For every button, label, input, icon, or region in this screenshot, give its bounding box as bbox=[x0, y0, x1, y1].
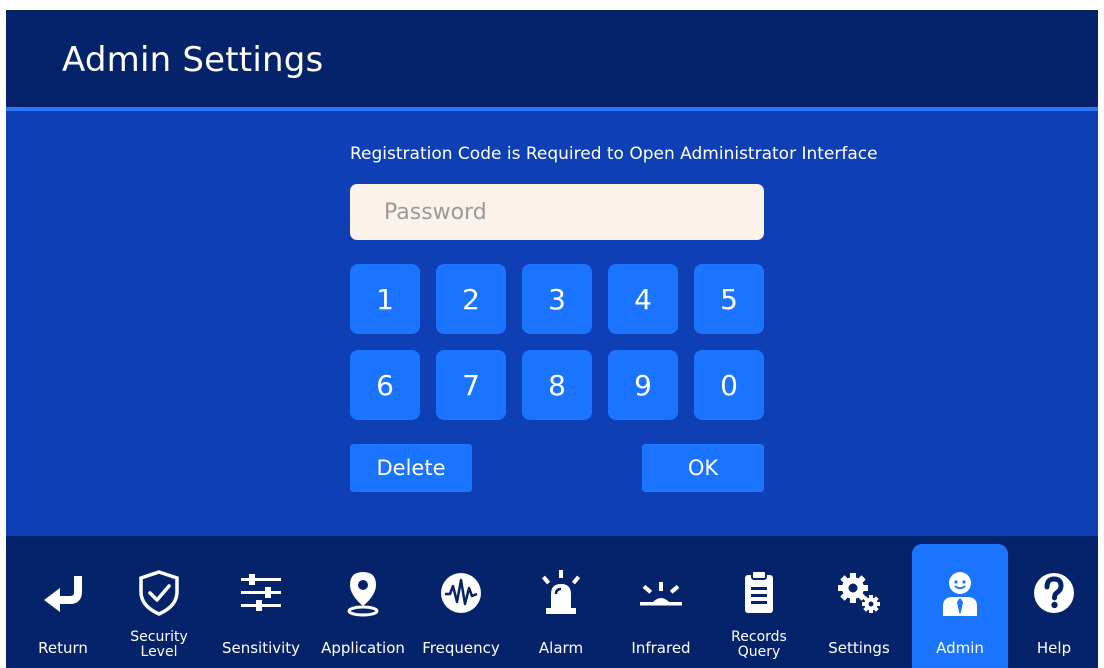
ok-button[interactable]: OK bbox=[642, 444, 764, 492]
nav-item-application[interactable]: Application bbox=[316, 536, 410, 668]
nav-label-frequency: Frequency bbox=[422, 639, 500, 657]
nav-label-security-level: Security Level bbox=[130, 629, 188, 660]
nav-item-help[interactable]: Help bbox=[1012, 536, 1096, 668]
location-pin-icon bbox=[347, 572, 379, 617]
nav-label-alarm: Alarm bbox=[538, 639, 584, 657]
nav-label-sensitivity: Sensitivity bbox=[221, 639, 301, 657]
nav-item-records-query[interactable]: Records Query bbox=[712, 536, 806, 668]
infrared-sensor-icon bbox=[640, 582, 682, 606]
keypad-key-3[interactable]: 3 bbox=[522, 264, 592, 334]
gears-icon bbox=[838, 573, 880, 613]
clipboard-icon bbox=[745, 570, 773, 613]
nav-item-alarm[interactable]: Alarm bbox=[514, 536, 608, 668]
nav-item-admin[interactable]: Admin bbox=[912, 544, 1008, 668]
keypad-key-1[interactable]: 1 bbox=[350, 264, 420, 334]
alarm-siren-icon bbox=[541, 570, 581, 614]
nav-label-application: Application bbox=[321, 639, 405, 657]
waveform-icon bbox=[441, 573, 481, 613]
return-arrow-icon bbox=[44, 576, 82, 612]
shield-check-icon bbox=[139, 570, 179, 616]
admin-person-icon bbox=[943, 572, 977, 616]
nav-label-records-query: Records Query bbox=[731, 629, 787, 660]
keypad-key-2[interactable]: 2 bbox=[436, 264, 506, 334]
nav-label-infrared: Infrared bbox=[631, 639, 691, 657]
password-input[interactable] bbox=[350, 184, 764, 240]
nav-label-settings: Settings bbox=[828, 639, 890, 657]
nav-label-help: Help bbox=[1036, 639, 1072, 657]
nav-item-return[interactable]: Return bbox=[16, 536, 110, 668]
keypad-key-7[interactable]: 7 bbox=[436, 350, 506, 420]
nav-item-sensitivity[interactable]: Sensitivity bbox=[214, 536, 308, 668]
keypad-key-8[interactable]: 8 bbox=[522, 350, 592, 420]
keypad-key-0[interactable]: 0 bbox=[694, 350, 764, 420]
nav-item-frequency[interactable]: Frequency bbox=[414, 536, 508, 668]
nav-item-infrared[interactable]: Infrared bbox=[614, 536, 708, 668]
page-title: Admin Settings bbox=[62, 40, 324, 80]
keypad-key-4[interactable]: 4 bbox=[608, 264, 678, 334]
bottom-nav: Return Security Level Sensitivity Applic… bbox=[6, 536, 1098, 668]
nav-item-settings[interactable]: Settings bbox=[812, 536, 906, 668]
nav-label-return: Return bbox=[38, 639, 88, 657]
registration-prompt: Registration Code is Required to Open Ad… bbox=[350, 144, 878, 164]
delete-button[interactable]: Delete bbox=[350, 444, 472, 492]
header-divider bbox=[6, 107, 1098, 111]
header-bar: Admin Settings bbox=[6, 10, 1098, 107]
keypad-key-6[interactable]: 6 bbox=[350, 350, 420, 420]
keypad-key-9[interactable]: 9 bbox=[608, 350, 678, 420]
admin-settings-screen: Admin Settings Registration Code is Requ… bbox=[6, 10, 1098, 668]
keypad-key-5[interactable]: 5 bbox=[694, 264, 764, 334]
help-question-icon bbox=[1034, 573, 1074, 613]
sliders-icon bbox=[241, 574, 281, 611]
nav-label-admin: Admin bbox=[936, 639, 984, 657]
nav-item-security-level[interactable]: Security Level bbox=[112, 536, 206, 668]
